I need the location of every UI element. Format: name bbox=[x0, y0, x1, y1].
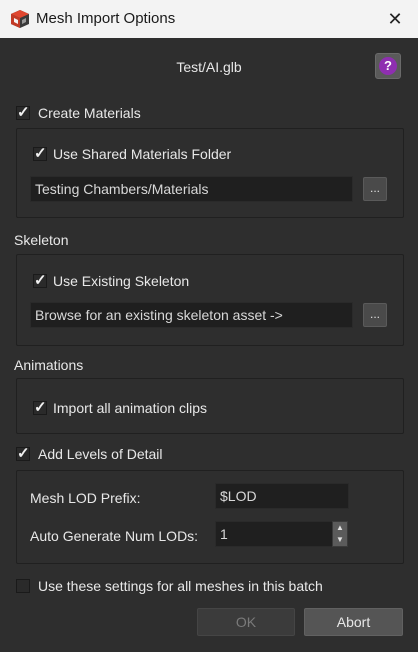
skeleton-section-label: Skeleton bbox=[14, 232, 69, 248]
skeleton-browse-button[interactable]: ... bbox=[363, 303, 387, 327]
create-materials-checkbox[interactable]: ✓ bbox=[16, 104, 30, 121]
window-title: Mesh Import Options bbox=[36, 10, 176, 27]
spin-down-icon[interactable]: ▼ bbox=[333, 534, 347, 546]
lod-group: Mesh LOD Prefix: $LOD Auto Generate Num … bbox=[16, 470, 404, 564]
num-lods-spinner[interactable]: ▲ ▼ bbox=[332, 521, 348, 547]
shared-materials-checkbox[interactable]: ✓ bbox=[33, 145, 47, 162]
check-icon: ✓ bbox=[34, 145, 47, 162]
materials-folder-field[interactable]: Testing Chambers/Materials bbox=[30, 176, 353, 202]
use-existing-skeleton-label: Use Existing Skeleton bbox=[53, 273, 190, 289]
dialog-body: Test/AI.glb ? ✓ Create Materials ✓ Use S… bbox=[0, 38, 418, 652]
help-button[interactable]: ? bbox=[375, 53, 401, 79]
materials-browse-button[interactable]: ... bbox=[363, 177, 387, 201]
file-name: Test/AI.glb bbox=[176, 59, 242, 75]
materials-group: ✓ Use Shared Materials Folder Testing Ch… bbox=[16, 128, 404, 218]
close-button[interactable]: ✕ bbox=[382, 6, 408, 32]
app-cube-icon bbox=[11, 10, 29, 28]
skeleton-group: ✓ Use Existing Skeleton Browse for an ex… bbox=[16, 254, 404, 346]
title-bar: Mesh Import Options ✕ bbox=[0, 0, 418, 38]
import-all-animations-checkbox[interactable]: ✓ bbox=[33, 399, 47, 416]
close-icon: ✕ bbox=[387, 9, 403, 29]
check-icon: ✓ bbox=[34, 399, 47, 416]
animations-group: ✓ Import all animation clips bbox=[16, 378, 404, 434]
shared-materials-label: Use Shared Materials Folder bbox=[53, 146, 232, 162]
check-icon: ✓ bbox=[17, 445, 30, 462]
add-lod-label: Add Levels of Detail bbox=[38, 446, 163, 462]
abort-button[interactable]: Abort bbox=[304, 608, 403, 636]
help-icon: ? bbox=[379, 57, 397, 75]
animations-section-label: Animations bbox=[14, 357, 84, 373]
create-materials-label: Create Materials bbox=[38, 105, 141, 121]
num-lods-field[interactable]: 1 bbox=[215, 521, 333, 547]
check-icon: ✓ bbox=[17, 104, 30, 121]
use-existing-skeleton-checkbox[interactable]: ✓ bbox=[33, 272, 47, 289]
lod-prefix-label: Mesh LOD Prefix: bbox=[30, 490, 141, 506]
import-all-animations-label: Import all animation clips bbox=[53, 400, 208, 416]
batch-settings-checkbox[interactable] bbox=[16, 579, 30, 593]
batch-settings-label: Use these settings for all meshes in thi… bbox=[38, 578, 323, 594]
lod-prefix-field[interactable]: $LOD bbox=[215, 483, 349, 509]
ok-button[interactable]: OK bbox=[197, 608, 295, 636]
add-lod-checkbox[interactable]: ✓ bbox=[16, 445, 30, 462]
skeleton-asset-field[interactable]: Browse for an existing skeleton asset -> bbox=[30, 302, 353, 328]
auto-generate-lods-label: Auto Generate Num LODs: bbox=[30, 528, 199, 544]
check-icon: ✓ bbox=[34, 272, 47, 289]
spin-up-icon[interactable]: ▲ bbox=[333, 522, 347, 534]
